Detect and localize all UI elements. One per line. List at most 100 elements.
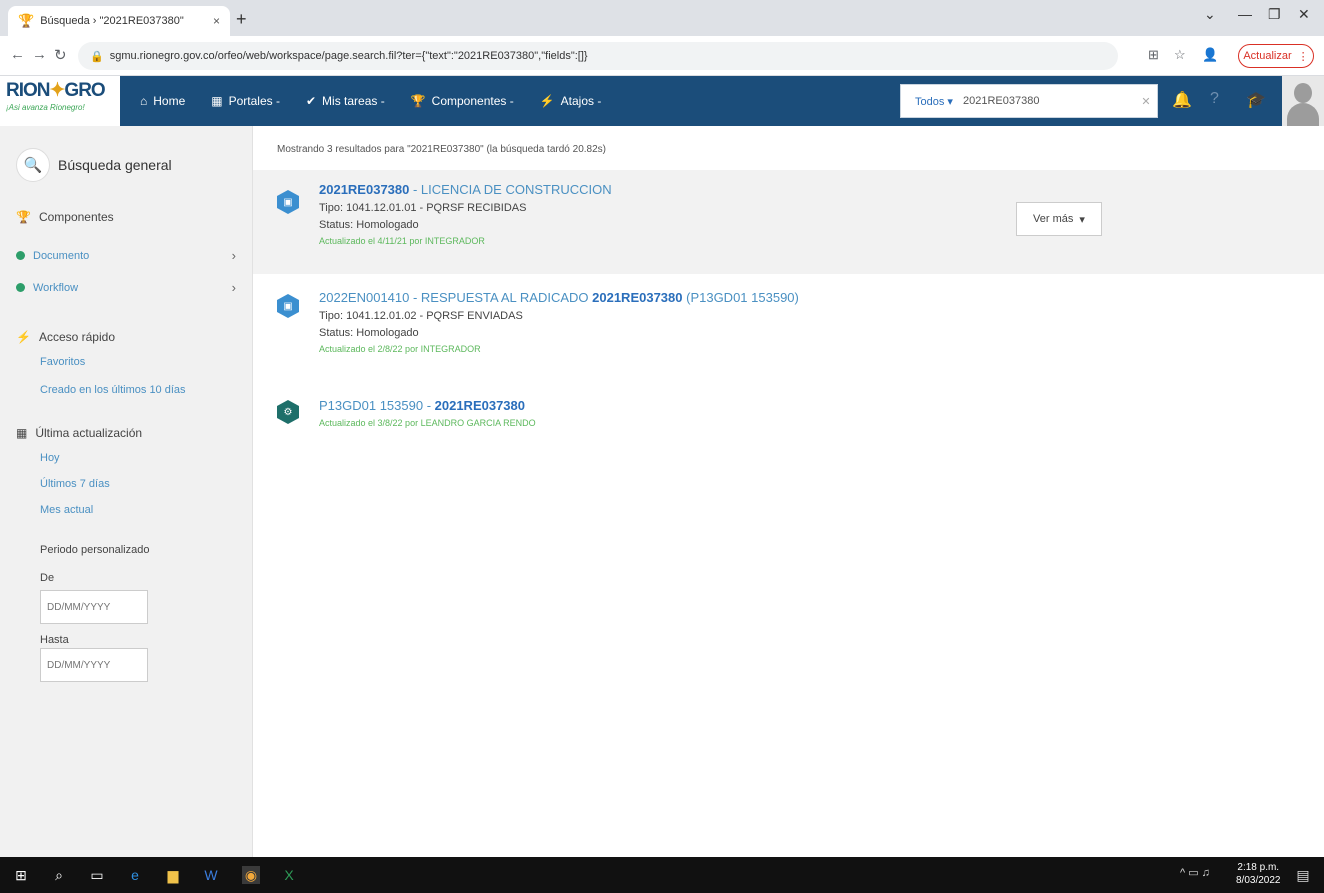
menu-mis-tareas[interactable]: ✔ Mis tareas - bbox=[306, 94, 385, 108]
link-last-7-days[interactable]: Últimos 7 días bbox=[40, 478, 110, 490]
taskbar-clock[interactable]: 2:18 p.m. 8/03/2022 bbox=[1236, 861, 1281, 887]
task-view-icon[interactable]: ▭ bbox=[88, 866, 106, 884]
menu-atajos[interactable]: ⚡ Atajos - bbox=[540, 94, 602, 108]
custom-period-label: Periodo personalizado bbox=[40, 544, 150, 556]
more-vert-icon: ⋮ bbox=[1297, 50, 1309, 63]
result-title-link[interactable]: 2021RE037380 - LICENCIA DE CONSTRUCCION bbox=[319, 182, 612, 197]
quick-access-heading: ⚡ Acceso rápido bbox=[16, 330, 115, 344]
result-title-text: P13GD01 153590 - bbox=[319, 398, 435, 413]
menu-portales[interactable]: ▦ Portales - bbox=[211, 94, 280, 108]
heading-label: Última actualización bbox=[35, 426, 143, 440]
sidebar-item-workflow[interactable]: Workflow › bbox=[16, 280, 236, 295]
search-input[interactable] bbox=[963, 86, 1135, 116]
browser-tab[interactable]: 🏆 Búsqueda › "2021RE037380" × bbox=[8, 6, 230, 36]
main-menu: ⌂ Home ▦ Portales - ✔ Mis tareas - 🏆 Compone… bbox=[140, 76, 601, 126]
translate-icon[interactable]: ⊞ bbox=[1148, 47, 1159, 63]
result-tipo: Tipo: 1041.12.01.01 - PQRSF RECIBIDAS bbox=[319, 202, 527, 214]
sidebar-item-documento[interactable]: Documento › bbox=[16, 248, 236, 263]
logo-text-1: RION bbox=[6, 80, 50, 101]
components-heading: 🏆 Componentes bbox=[16, 210, 114, 224]
result-item: ▣ 2021RE037380 - LICENCIA DE CONSTRUCCIO… bbox=[253, 170, 1324, 274]
update-browser-button[interactable]: Actualizar ⋮ bbox=[1238, 44, 1314, 68]
document-icon: ▣ bbox=[277, 190, 299, 214]
excel-icon[interactable]: X bbox=[280, 866, 298, 884]
word-icon[interactable]: W bbox=[202, 866, 220, 884]
help-icon[interactable]: ? bbox=[1210, 90, 1219, 108]
edge-icon[interactable]: e bbox=[126, 866, 144, 884]
browser-tab-strip: 🏆 Búsqueda › "2021RE037380" × + ⌄ — ❐ ✕ bbox=[0, 0, 1324, 36]
minimize-icon[interactable]: — bbox=[1238, 6, 1252, 22]
system-tray-icons[interactable]: ^ ▭ ♫ bbox=[1180, 866, 1210, 879]
chevron-down-icon[interactable]: ⌄ bbox=[1204, 6, 1216, 23]
workflow-icon: ⚙ bbox=[277, 400, 299, 424]
check-icon: ✔ bbox=[305, 94, 317, 108]
result-title-link[interactable]: 2022EN001410 - RESPUESTA AL RADICADO 202… bbox=[319, 290, 799, 305]
chevron-right-icon: › bbox=[231, 248, 236, 263]
chrome-icon[interactable]: ◉ bbox=[242, 866, 260, 884]
tab-title: Búsqueda › "2021RE037380" bbox=[40, 15, 184, 27]
link-created-last-10-days[interactable]: Creado en los últimos 10 días bbox=[40, 384, 186, 396]
reload-icon[interactable]: ↻ bbox=[54, 46, 67, 64]
windows-taskbar: ⊞ ⌕ ▭ e ▆ W ◉ X ^ ▭ ♫ 2:18 p.m. 8/03/202… bbox=[0, 857, 1324, 893]
star-icon[interactable]: ☆ bbox=[1174, 47, 1186, 63]
user-avatar[interactable] bbox=[1282, 76, 1324, 126]
sidebar-title: Búsqueda general bbox=[58, 157, 172, 173]
sidebar-header: 🔍 Búsqueda general bbox=[16, 148, 172, 182]
trophy-icon: 🏆 bbox=[410, 94, 426, 108]
avatar-head bbox=[1294, 83, 1312, 103]
link-hoy[interactable]: Hoy bbox=[40, 452, 60, 464]
results-panel: Mostrando 3 resultados para "2021RE03738… bbox=[253, 126, 1324, 857]
windows-start-icon[interactable]: ⊞ bbox=[12, 866, 30, 884]
result-updated: Actualizado el 3/8/22 por LEANDRO GARCIA… bbox=[319, 418, 536, 428]
last-update-heading: ▦ Última actualización bbox=[16, 426, 142, 440]
sidebar-item-label: Workflow bbox=[33, 281, 79, 294]
tab-close-icon[interactable]: × bbox=[213, 14, 220, 28]
menu-componentes[interactable]: 🏆 Componentes - bbox=[411, 94, 514, 108]
from-date-input[interactable] bbox=[40, 590, 148, 624]
restore-icon[interactable]: ❐ bbox=[1268, 6, 1281, 23]
clear-search-icon[interactable]: ✕ bbox=[1135, 95, 1157, 108]
window-close-icon[interactable]: ✕ bbox=[1298, 6, 1310, 23]
trophy-icon: 🏆 bbox=[16, 210, 31, 224]
file-explorer-icon[interactable]: ▆ bbox=[164, 866, 182, 884]
result-title-link[interactable]: P13GD01 153590 - 2021RE037380 bbox=[319, 398, 525, 413]
result-updated: Actualizado el 4/11/21 por INTEGRADOR bbox=[319, 236, 485, 246]
link-current-month[interactable]: Mes actual bbox=[40, 504, 93, 516]
sidebar-item-label: Documento bbox=[33, 249, 90, 262]
to-date-input[interactable] bbox=[40, 648, 148, 682]
app-header: RION✦GRO ¡Asi avanza Rionegro! ⌂ Home ▦ Po… bbox=[0, 76, 1324, 126]
menu-home[interactable]: ⌂ Home bbox=[140, 94, 185, 108]
menu-label: Componentes - bbox=[431, 94, 514, 108]
clock-time: 2:18 p.m. bbox=[1237, 862, 1280, 873]
global-search: Todos ▾ ✕ bbox=[900, 84, 1158, 118]
menu-label: Home bbox=[153, 94, 186, 108]
graduation-cap-icon[interactable]: 🎓 bbox=[1246, 90, 1266, 110]
notification-center-icon[interactable]: ▤ bbox=[1294, 866, 1312, 884]
ver-mas-button[interactable]: Ver más ▾ bbox=[1016, 202, 1102, 236]
sidebar: 🔍 Búsqueda general 🏆 Componentes Documen… bbox=[0, 126, 253, 857]
calendar-icon: ▦ bbox=[16, 426, 28, 440]
avatar-body bbox=[1287, 103, 1319, 126]
bolt-icon: ⚡ bbox=[539, 94, 555, 108]
new-tab-icon[interactable]: + bbox=[236, 9, 247, 30]
notifications-icon[interactable]: 🔔 bbox=[1172, 90, 1192, 110]
result-item: ⚙ P13GD01 153590 - 2021RE037380 Actualiz… bbox=[253, 386, 1324, 446]
from-label: De bbox=[40, 572, 55, 584]
url-text: sgmu.rionegro.gov.co/orfeo/web/workspace… bbox=[109, 50, 588, 62]
grid-icon: ▦ bbox=[211, 94, 223, 108]
rionegro-logo[interactable]: RION✦GRO ¡Asi avanza Rionegro! bbox=[0, 76, 120, 126]
result-title-text: (P13GD01 153590) bbox=[682, 290, 799, 305]
forward-icon[interactable]: → bbox=[32, 46, 47, 63]
url-bar[interactable]: 🔒 sgmu.rionegro.gov.co/orfeo/web/workspa… bbox=[78, 42, 1118, 70]
document-icon: ▣ bbox=[277, 294, 299, 318]
back-icon[interactable]: ← bbox=[10, 46, 25, 63]
menu-label: Mis tareas - bbox=[322, 94, 385, 108]
trophy-icon: 🏆 bbox=[18, 13, 35, 28]
heading-label: Componentes bbox=[38, 210, 114, 224]
search-scope-select[interactable]: Todos ▾ bbox=[901, 95, 963, 108]
home-icon: ⌂ bbox=[140, 94, 148, 108]
profile-icon[interactable]: 👤 bbox=[1202, 47, 1218, 63]
link-favoritos[interactable]: Favoritos bbox=[40, 356, 85, 368]
search-icon[interactable]: ⌕ bbox=[50, 866, 68, 884]
clock-date: 8/03/2022 bbox=[1236, 875, 1281, 886]
